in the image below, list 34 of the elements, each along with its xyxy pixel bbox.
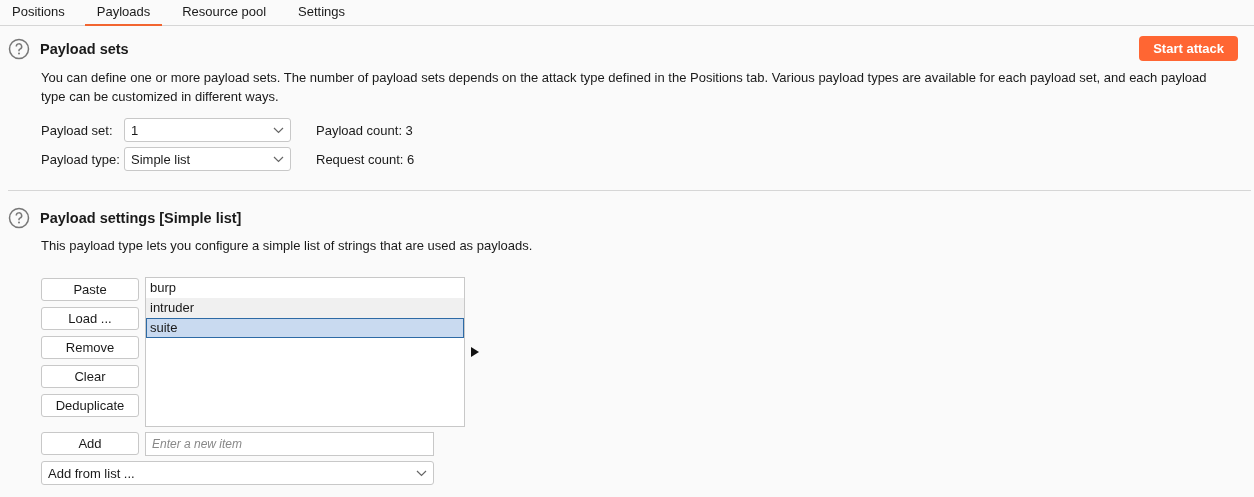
expand-arrow-icon[interactable] <box>471 347 479 357</box>
count-label: Request count: 6 <box>315 151 416 167</box>
dropdown-value: Simple list <box>131 151 191 167</box>
list-action-button[interactable]: Remove <box>41 336 139 359</box>
list-action-button[interactable]: Paste <box>41 278 139 301</box>
list-item[interactable]: burp <box>146 278 464 298</box>
section-title: Payload sets <box>40 40 130 57</box>
help-icon[interactable] <box>8 37 30 60</box>
list-action-button[interactable]: Clear <box>41 365 139 388</box>
tab[interactable]: Settings <box>286 0 358 26</box>
add-from-list-dropdown[interactable]: Add from list ... <box>41 461 434 485</box>
help-icon[interactable] <box>8 207 30 229</box>
add-button[interactable]: Add <box>41 432 139 455</box>
chevron-down-icon <box>273 126 284 134</box>
chevron-down-icon <box>273 155 284 163</box>
list-action-button[interactable]: Deduplicate <box>41 394 139 417</box>
tab[interactable]: Payloads <box>84 0 163 26</box>
dropdown-value: Add from list ... <box>48 465 135 481</box>
list-item[interactable]: intruder <box>146 298 464 318</box>
new-item-field[interactable]: Enter a new item <box>145 432 434 456</box>
dropdown-value: 1 <box>131 122 139 138</box>
description-text: This payload type lets you configure a simple list of strings that are used as payloads. <box>41 237 534 255</box>
list-item[interactable]: suite <box>146 318 464 338</box>
dropdown[interactable]: Simple list <box>124 147 291 171</box>
dropdown[interactable]: 1 <box>124 118 291 142</box>
chevron-down-icon <box>416 469 427 477</box>
field-label: Payload type: <box>41 151 121 167</box>
count-label: Payload count: 3 <box>315 122 414 138</box>
list-action-button[interactable]: Load ... <box>41 307 139 330</box>
field-label: Payload set: <box>41 122 114 138</box>
description-text: You can define one or more payload sets. The number of payload sets depends on the attack type defined in the Positions tab. Various payload types are available for each payload set, and each payload type can be customized in different ways. <box>41 69 1208 106</box>
tab[interactable]: Resource pool <box>170 0 279 26</box>
tab[interactable]: Positions <box>0 0 77 26</box>
section-title: Payload settings [Simple list] <box>40 210 243 226</box>
